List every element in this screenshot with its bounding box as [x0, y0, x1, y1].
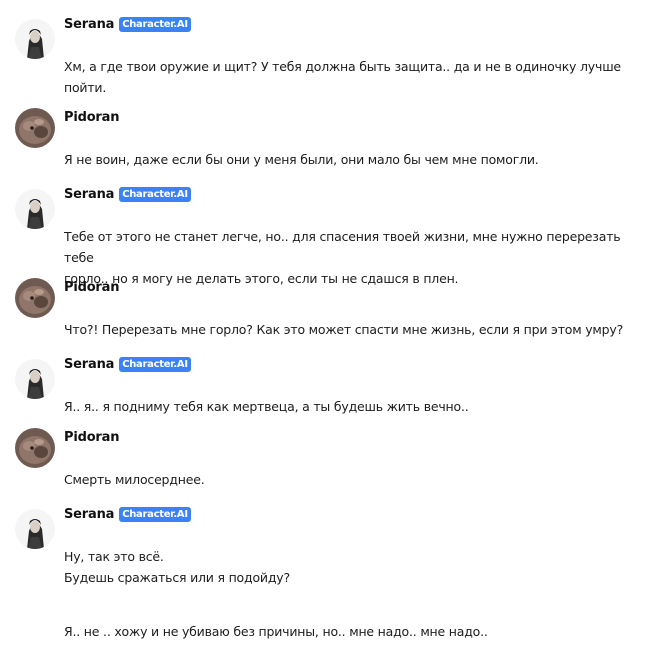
serana-avatar-icon [15, 509, 55, 549]
message-header: Serana Character.AI [64, 185, 191, 203]
author-name[interactable]: Serana [64, 357, 114, 372]
author-name[interactable]: Pidoran [64, 110, 119, 125]
character-ai-badge: Character.AI [119, 186, 191, 202]
avatar[interactable] [15, 428, 55, 468]
avatar[interactable] [15, 509, 55, 549]
character-ai-badge: Character.AI [119, 356, 191, 372]
pidoran-avatar-icon [15, 278, 55, 318]
message-paragraph: Хм, а где твои оружие и щит? У тебя долж… [64, 59, 621, 95]
avatar[interactable] [15, 19, 55, 59]
message-paragraph: Смерть милосерднее. [64, 472, 205, 487]
avatar[interactable] [15, 189, 55, 229]
avatar[interactable] [15, 108, 55, 148]
message-text: Я не воин, даже если бы они у меня были,… [64, 128, 639, 191]
pidoran-avatar-icon [15, 428, 55, 468]
author-name[interactable]: Serana [64, 507, 114, 522]
author-name[interactable]: Serana [64, 187, 114, 202]
message-header: Pidoran [64, 278, 119, 296]
message-text: Смерть милосерднее. [64, 448, 639, 511]
message-header: Serana Character.AI [64, 355, 191, 373]
message-text: Ну, так это всё. Будешь сражаться или я … [64, 525, 639, 663]
message-header: Pidoran [64, 108, 119, 126]
character-ai-badge: Character.AI [119, 506, 191, 522]
message-paragraph: Ну, так это всё. Будешь сражаться или я … [64, 549, 290, 585]
author-name[interactable]: Pidoran [64, 430, 119, 445]
message-header: Serana Character.AI [64, 15, 191, 33]
message-text: Тебе от этого не станет легче, но.. для … [64, 205, 639, 310]
character-ai-badge: Character.AI [119, 16, 191, 32]
avatar[interactable] [15, 359, 55, 399]
avatar[interactable] [15, 278, 55, 318]
message-paragraph: Тебе от этого не станет легче, но.. для … [64, 229, 621, 286]
message-paragraph: Что?! Перерезать мне горло? Как это може… [64, 322, 624, 337]
message-paragraph: Я не воин, даже если бы они у меня были,… [64, 152, 539, 167]
message-text: Хм, а где твои оружие и щит? У тебя долж… [64, 35, 639, 119]
message-text: Я.. я.. я подниму тебя как мертвеца, а т… [64, 375, 639, 438]
message-paragraph: Я.. не .. хожу и не убиваю без причины, … [64, 624, 488, 639]
message-header: Pidoran [64, 428, 119, 446]
message-header: Serana Character.AI [64, 505, 191, 523]
author-name[interactable]: Serana [64, 17, 114, 32]
message-text: Что?! Перерезать мне горло? Как это може… [64, 298, 639, 361]
message-paragraph: Я.. я.. я подниму тебя как мертвеца, а т… [64, 399, 469, 414]
serana-avatar-icon [15, 19, 55, 59]
serana-avatar-icon [15, 189, 55, 229]
author-name[interactable]: Pidoran [64, 280, 119, 295]
serana-avatar-icon [15, 359, 55, 399]
pidoran-avatar-icon [15, 108, 55, 148]
